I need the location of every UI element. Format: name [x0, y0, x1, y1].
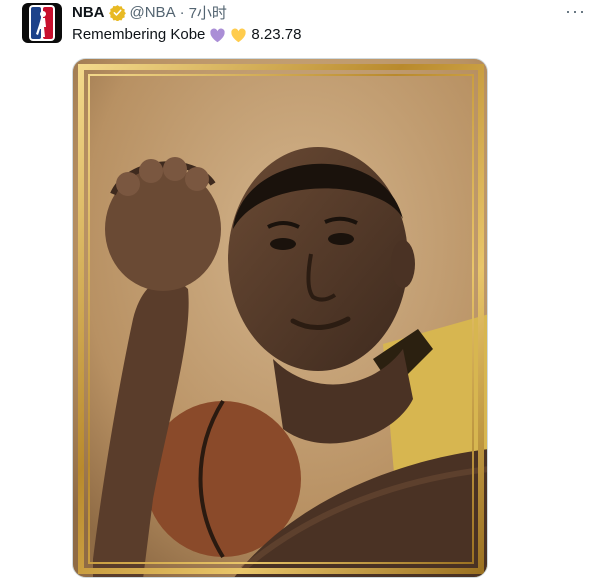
- author-name[interactable]: NBA: [72, 4, 105, 21]
- author-handle[interactable]: @NBA: [130, 4, 176, 21]
- separator-dot: ·: [179, 3, 185, 21]
- purple-heart-icon: [209, 27, 226, 44]
- yellow-heart-icon: [230, 27, 247, 44]
- tweet-text-body: Remembering Kobe: [72, 26, 206, 43]
- verified-badge-icon: [108, 4, 126, 21]
- tweet-date-text: 8.23.78: [251, 26, 302, 43]
- tweet-media-image[interactable]: [72, 58, 488, 578]
- portrait-photo: [73, 59, 487, 577]
- tweet-header: NBA @NBA · 7小时: [72, 2, 227, 22]
- avatar[interactable]: [22, 3, 62, 43]
- more-options-icon[interactable]: ···: [565, 2, 586, 20]
- nba-logo-icon: [29, 5, 55, 41]
- tweet-text: Remembering Kobe 8.23.78: [72, 25, 301, 45]
- tweet-timestamp[interactable]: 7小时: [189, 2, 227, 23]
